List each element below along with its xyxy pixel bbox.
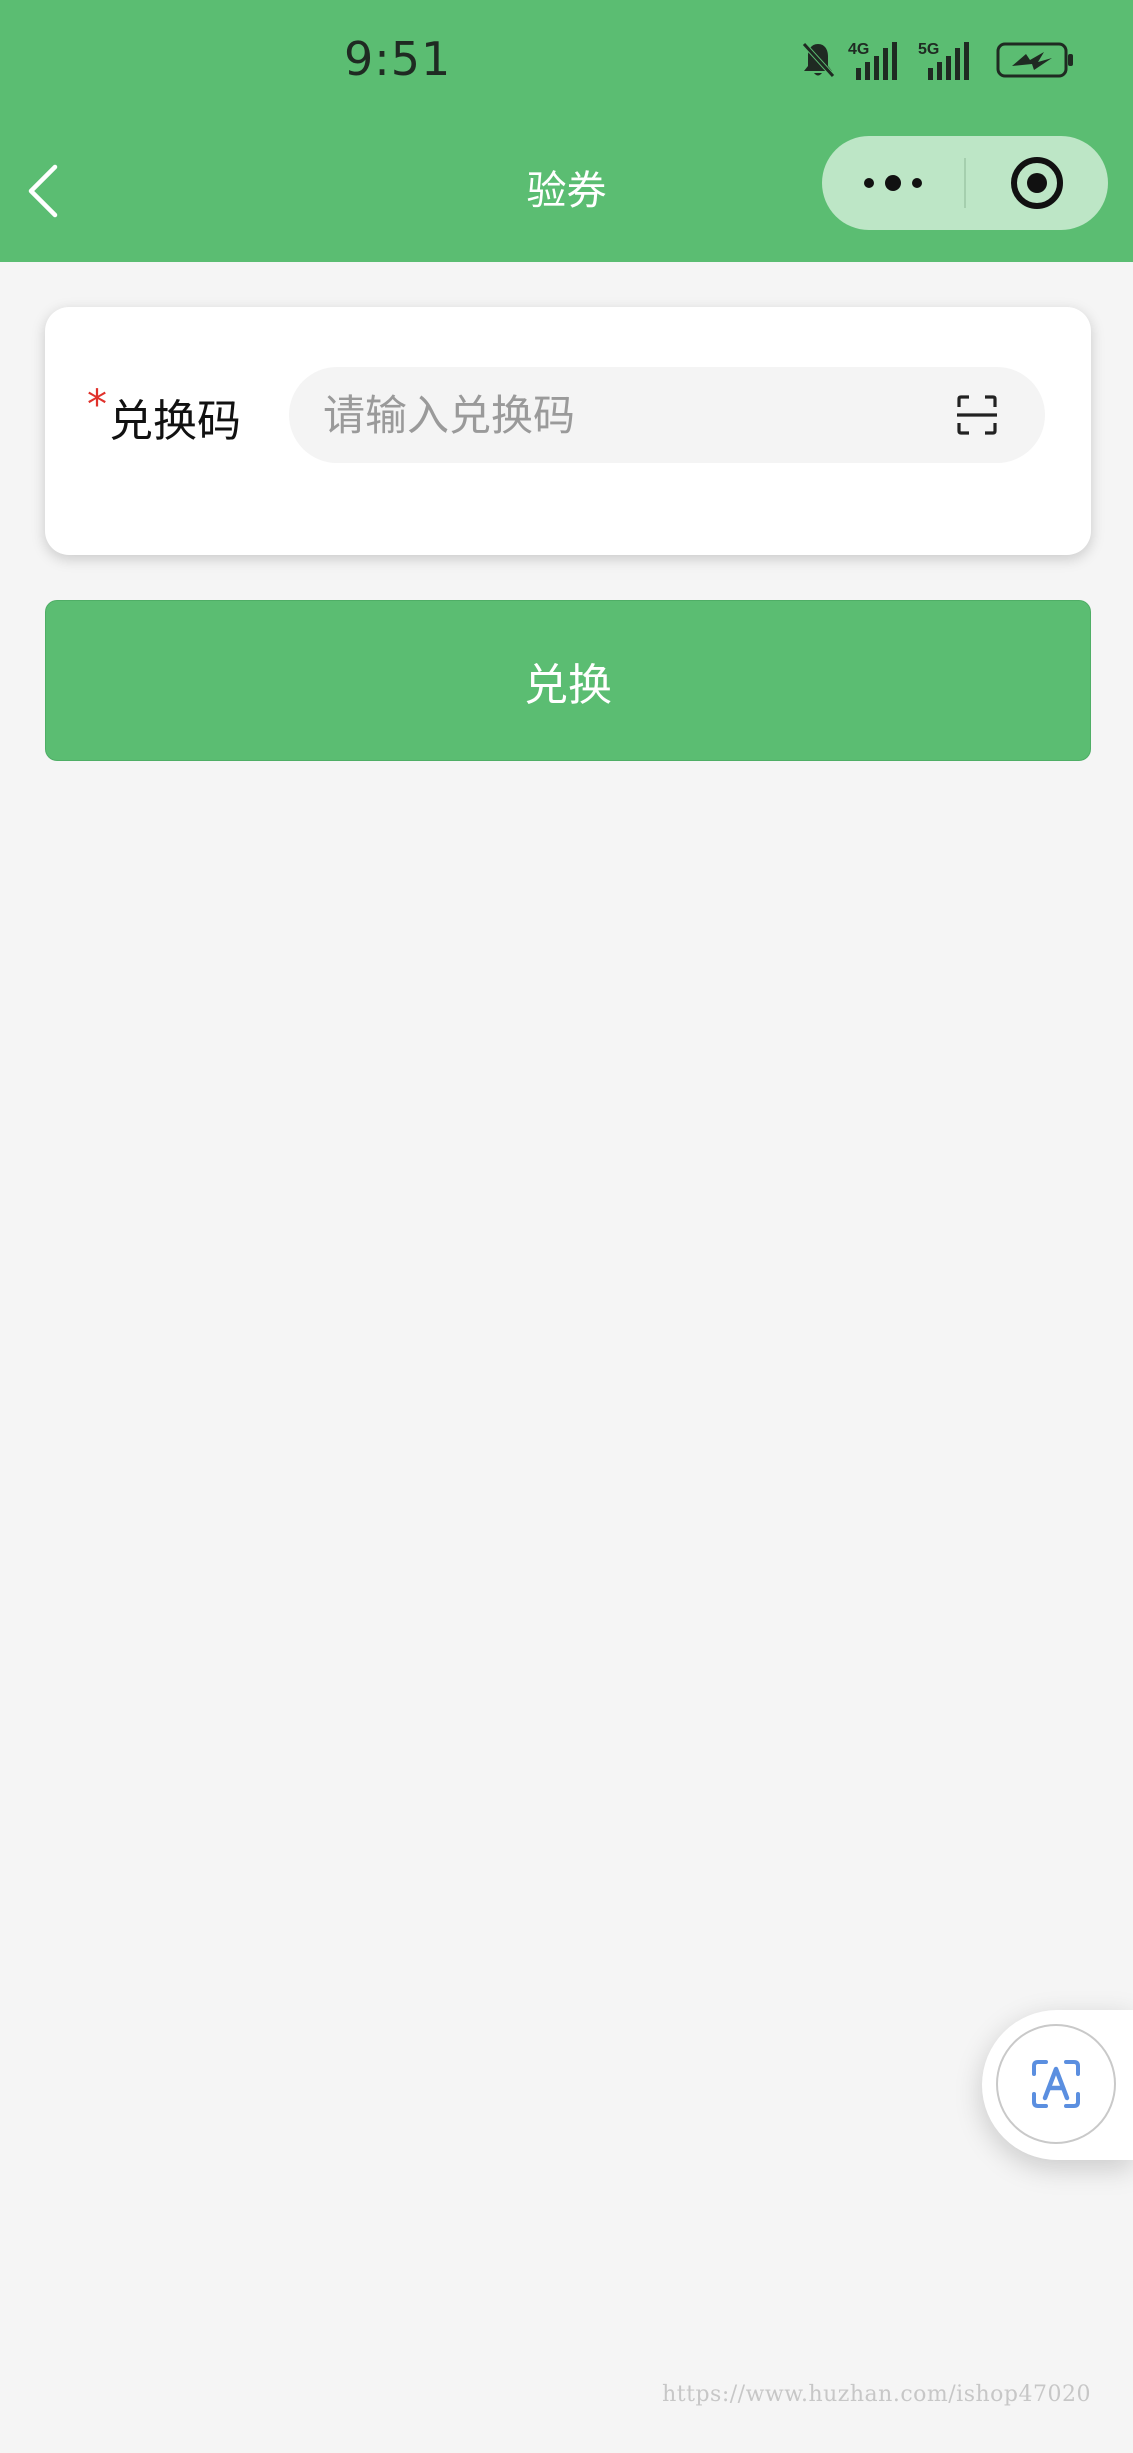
- more-button[interactable]: [822, 136, 964, 230]
- close-miniprogram-button[interactable]: [966, 136, 1108, 230]
- floating-translate-tab: [982, 2010, 1133, 2160]
- status-time: 9:51: [344, 32, 452, 86]
- code-field-label: * 兑换码: [87, 385, 241, 449]
- battery-charging-icon: [996, 42, 1073, 78]
- more-dots-icon: [864, 175, 922, 191]
- status-icons: 4G 5G: [800, 38, 1080, 86]
- miniprogram-capsule: [822, 136, 1108, 230]
- code-label-text: 兑换码: [109, 396, 241, 447]
- top-header: 9:51 4G 5G 验券: [0, 0, 1133, 262]
- signal-4g-icon: 4G: [848, 41, 897, 80]
- redeem-submit-button[interactable]: 兑换: [45, 600, 1091, 761]
- redeem-form-card: * 兑换码: [45, 307, 1091, 555]
- translate-button[interactable]: [996, 2024, 1116, 2144]
- watermark-url: https://www.huzhan.com/ishop47020: [662, 2382, 1091, 2407]
- code-input-wrapper: [289, 367, 1045, 463]
- required-mark: *: [87, 382, 107, 428]
- signal-5g-icon: 5G: [918, 41, 969, 80]
- signal-5g-label: 5G: [918, 41, 939, 58]
- signal-4g-label: 4G: [848, 41, 869, 58]
- scan-button[interactable]: [951, 389, 1003, 441]
- scan-icon: [957, 395, 997, 435]
- target-circle-icon: [1011, 157, 1063, 209]
- bell-muted-icon: [802, 42, 835, 78]
- translate-a-icon: [1032, 2060, 1080, 2108]
- redeem-code-input[interactable]: [323, 367, 923, 463]
